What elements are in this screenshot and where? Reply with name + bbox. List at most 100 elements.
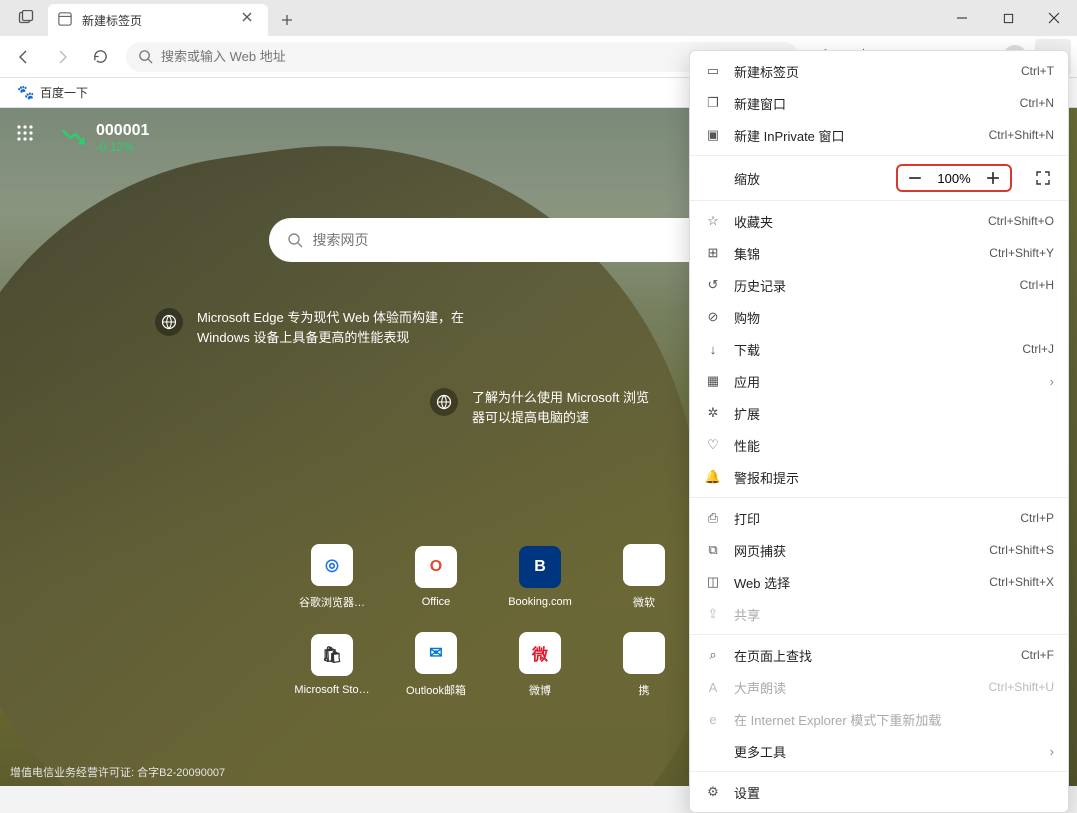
quick-link-tile[interactable]: 携 [592, 621, 696, 709]
apps-icon: ▦ [704, 373, 722, 389]
new-tab-button[interactable] [272, 5, 302, 35]
tab-favicon [58, 12, 74, 28]
menu-favorites[interactable]: ☆收藏夹Ctrl+Shift+O [690, 205, 1068, 237]
tile-icon: B [519, 546, 561, 588]
tab-actions-button[interactable] [8, 0, 44, 36]
tile-label: Microsoft Sto… [294, 684, 369, 696]
menu-extensions[interactable]: ✲扩展 [690, 397, 1068, 429]
tab-icon: ▭ [704, 63, 722, 79]
tile-icon: ✉ [415, 632, 457, 674]
refresh-button[interactable] [82, 39, 118, 75]
quick-link-tile[interactable]: 微微博 [488, 621, 592, 709]
inprivate-icon: ▣ [704, 127, 722, 143]
menu-find[interactable]: ⌕在页面上查找Ctrl+F [690, 639, 1068, 671]
back-button[interactable] [6, 39, 42, 75]
footer-license: 增值电信业务经营许可证: 合字B2-20090007 [10, 764, 225, 780]
stock-percent: -0.12% [96, 140, 149, 154]
tile-label: Outlook邮箱 [406, 682, 466, 698]
baidu-icon: 🐾 [18, 85, 34, 101]
menu-share: ⇪共享 [690, 598, 1068, 630]
apps-grid-icon[interactable] [14, 122, 36, 144]
zoom-out-button[interactable] [904, 167, 926, 189]
capture-icon: ⧉ [704, 542, 722, 558]
fullscreen-button[interactable] [1032, 167, 1054, 189]
share-icon: ⇪ [704, 606, 722, 622]
titlebar: 新建标签页 [0, 0, 1077, 36]
menu-separator [690, 634, 1068, 635]
bookmark-baidu[interactable]: 🐾 百度一下 [12, 80, 94, 105]
star-icon: ☆ [704, 213, 722, 229]
menu-read-aloud: A大声朗读Ctrl+Shift+U [690, 671, 1068, 703]
menu-new-inprivate[interactable]: ▣新建 InPrivate 窗口Ctrl+Shift+N [690, 119, 1068, 151]
trend-down-icon [60, 125, 86, 151]
active-tab[interactable]: 新建标签页 [48, 4, 268, 36]
menu-downloads[interactable]: ↓下载Ctrl+J [690, 333, 1068, 365]
collections-icon: ⊞ [704, 245, 722, 261]
promo-text: Microsoft Edge 专为现代 Web 体验而构建，在 Windows … [197, 308, 475, 348]
menu-collections[interactable]: ⊞集锦Ctrl+Shift+Y [690, 237, 1068, 269]
menu-zoom-row: 缩放 100% [690, 160, 1068, 196]
globe-icon [430, 388, 458, 416]
promo-card-1[interactable]: Microsoft Edge 专为现代 Web 体验而构建，在 Windows … [155, 308, 475, 348]
forward-button[interactable] [44, 39, 80, 75]
menu-history[interactable]: ↺历史记录Ctrl+H [690, 269, 1068, 301]
quick-link-tile[interactable]: ◎ 谷歌浏览器… [280, 533, 384, 621]
maximize-button[interactable] [985, 0, 1031, 36]
menu-settings[interactable]: ⚙设置 [690, 776, 1068, 808]
zoom-in-button[interactable] [982, 167, 1004, 189]
search-icon [287, 232, 303, 248]
promo-card-2[interactable]: 了解为什么使用 Microsoft 浏览器可以提高电脑的速 [430, 388, 650, 428]
address-input[interactable] [161, 49, 763, 64]
menu-new-window[interactable]: ❐新建窗口Ctrl+N [690, 87, 1068, 119]
app-menu: ▭新建标签页Ctrl+T ❐新建窗口Ctrl+N ▣新建 InPrivate 窗… [689, 50, 1069, 813]
menu-apps[interactable]: ▦应用› [690, 365, 1068, 397]
menu-performance[interactable]: ♡性能 [690, 429, 1068, 461]
print-icon: ⎙ [704, 510, 722, 526]
menu-print[interactable]: ⎙打印Ctrl+P [690, 502, 1068, 534]
promo-text: 了解为什么使用 Microsoft 浏览器可以提高电脑的速 [472, 388, 650, 428]
zoom-control: 100% [896, 164, 1012, 192]
quick-link-tile[interactable]: 🛍 Microsoft Sto… [280, 621, 384, 709]
tile-label: Office [422, 596, 451, 608]
history-icon: ↺ [704, 277, 722, 293]
menu-separator [690, 771, 1068, 772]
tile-icon [623, 632, 665, 674]
read-aloud-icon: A [704, 680, 722, 695]
quick-link-tile[interactable]: O Office [384, 533, 488, 621]
search-icon [138, 49, 153, 64]
performance-icon: ♡ [704, 437, 722, 453]
select-icon: ◫ [704, 574, 722, 590]
extensions-icon: ✲ [704, 405, 722, 421]
menu-new-tab[interactable]: ▭新建标签页Ctrl+T [690, 55, 1068, 87]
bookmark-label: 百度一下 [40, 84, 88, 101]
tile-icon: ◎ [311, 544, 353, 586]
menu-web-select[interactable]: ◫Web 选择Ctrl+Shift+X [690, 566, 1068, 598]
tile-label: 微软 [633, 594, 655, 610]
menu-alerts[interactable]: 🔔警报和提示 [690, 461, 1068, 493]
quick-link-tile[interactable]: B Booking.com [488, 533, 592, 621]
menu-more-tools[interactable]: 更多工具› [690, 735, 1068, 767]
menu-separator [690, 497, 1068, 498]
menu-shopping[interactable]: ⊘购物 [690, 301, 1068, 333]
chevron-right-icon: › [1050, 744, 1054, 759]
tile-icon: 🛍 [311, 634, 353, 676]
quick-links: ◎ 谷歌浏览器… O Office B Booking.com 微软 🛍 Microsoft S… [280, 533, 696, 709]
download-icon: ↓ [704, 342, 722, 357]
find-icon: ⌕ [704, 647, 722, 663]
close-window-button[interactable] [1031, 0, 1077, 36]
tile-icon [623, 544, 665, 586]
tile-icon: O [415, 546, 457, 588]
tile-icon: 微 [519, 632, 561, 674]
tile-label: 微博 [529, 682, 551, 698]
minimize-button[interactable] [939, 0, 985, 36]
stock-widget[interactable]: 000001 -0.12% [60, 122, 149, 154]
stock-code: 000001 [96, 122, 149, 140]
tile-label: 谷歌浏览器… [299, 594, 365, 610]
tile-label: 携 [639, 682, 650, 698]
close-icon[interactable] [242, 12, 258, 28]
quick-link-tile[interactable]: ✉ Outlook邮箱 [384, 621, 488, 709]
menu-capture[interactable]: ⧉网页捕获Ctrl+Shift+S [690, 534, 1068, 566]
quick-link-tile[interactable]: 微软 [592, 533, 696, 621]
ie-icon: e [704, 712, 722, 727]
tile-label: Booking.com [508, 596, 572, 608]
